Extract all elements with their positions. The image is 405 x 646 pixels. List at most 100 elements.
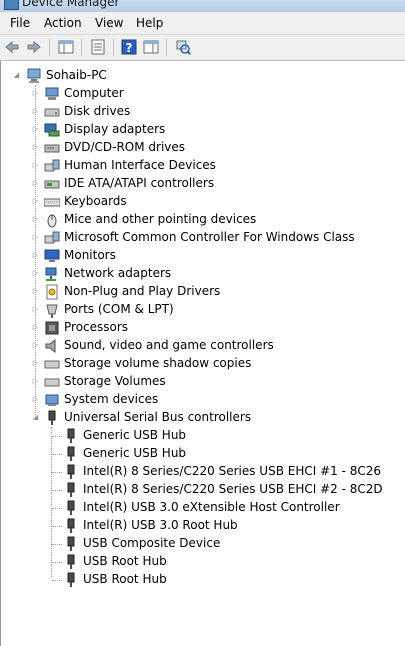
sound-icon (45, 338, 56, 354)
expand-arrow-icon[interactable]: ▷ (31, 305, 40, 314)
toolbar-separator (49, 39, 50, 56)
non-pnp-icon (46, 284, 58, 300)
port-icon (46, 304, 58, 318)
tree-connector (52, 562, 62, 563)
help-icon[interactable]: ? (121, 39, 137, 55)
expand-arrow-icon[interactable]: ▷ (31, 215, 40, 224)
usb-device-item[interactable]: Generic USB Hub (1, 427, 396, 445)
usb-device-item[interactable]: Intel(R) 8 Series/C220 Series USB EHCI #… (1, 481, 396, 499)
menu-help[interactable]: Help (136, 16, 163, 30)
expand-arrow-icon[interactable]: ▷ (31, 359, 40, 368)
processor-icon (45, 321, 59, 335)
title-bar: Device Manager (0, 0, 405, 12)
computer-icon (45, 87, 59, 100)
tree-item-label: Network adapters (64, 266, 172, 280)
expand-arrow-icon[interactable]: ▷ (31, 161, 40, 170)
tree-connector (52, 472, 62, 473)
tree-item-mice[interactable]: ▷ Mice and other pointing devices (1, 211, 396, 229)
tree-item-label: Computer (64, 86, 124, 100)
usb-device-icon (67, 464, 75, 479)
show-hide-console-tree-icon[interactable] (58, 39, 74, 55)
usb-device-item[interactable]: Generic USB Hub (1, 445, 396, 463)
tree-item-disk-drives[interactable]: ▷ Disk drives (1, 103, 396, 121)
tree-item-sound[interactable]: ▷ Sound, video and game controllers (1, 337, 396, 355)
expand-arrow-icon[interactable]: ▷ (31, 251, 40, 260)
usb-device-label: Intel(R) USB 3.0 eXtensible Host Control… (83, 500, 340, 514)
tree-item-computer[interactable]: ▷ Computer (1, 85, 396, 103)
tree-item-display-adapters[interactable]: ▷ Display adapters (1, 121, 396, 139)
usb-device-item[interactable]: USB Composite Device (1, 535, 396, 553)
expand-arrow-icon[interactable]: ▷ (31, 107, 40, 116)
tree-item-common-controller[interactable]: ▷ Microsoft Common Controller For Window… (1, 229, 396, 247)
expand-arrow-icon[interactable]: ▷ (31, 179, 40, 188)
keyboard-icon (44, 198, 60, 207)
tree-item-label: Human Interface Devices (64, 158, 216, 172)
tree-connector (52, 580, 62, 581)
usb-device-icon (67, 536, 75, 551)
menu-file[interactable]: File (10, 16, 30, 30)
tree-item-label: Storage volume shadow copies (64, 356, 252, 370)
tree-item-monitors[interactable]: ▷ Monitors (1, 247, 396, 265)
tree-item-ide-controllers[interactable]: ▷ IDE ATA/ATAPI controllers (1, 175, 396, 193)
tree-item-label: System devices (64, 392, 159, 406)
controller-icon (44, 231, 60, 244)
tree-connector (52, 454, 62, 455)
expand-arrow-icon[interactable]: ▷ (31, 395, 40, 404)
expand-arrow-icon[interactable]: ▷ (31, 143, 40, 152)
menu-view[interactable]: View (95, 16, 123, 30)
expand-arrow-icon[interactable]: ▷ (31, 377, 40, 386)
svg-text:?: ? (126, 41, 133, 55)
storage-icon (44, 378, 60, 387)
disk-drive-icon (44, 108, 60, 117)
tree-root[interactable]: ◢ Sohaib-PC (1, 67, 396, 85)
usb-device-icon (67, 482, 75, 497)
tree-item-processors[interactable]: ▷ Processors (1, 319, 396, 337)
usb-device-label: Intel(R) 8 Series/C220 Series USB EHCI #… (83, 482, 383, 496)
expand-arrow-icon[interactable]: ▷ (31, 197, 40, 206)
tree-item-network-adapters[interactable]: ▷ Network adapters (1, 265, 396, 283)
collapse-arrow-icon[interactable]: ◢ (31, 413, 40, 422)
expand-arrow-icon[interactable]: ▷ (31, 233, 40, 242)
collapse-arrow-icon[interactable]: ◢ (12, 71, 21, 80)
tree-item-label: IDE ATA/ATAPI controllers (64, 176, 215, 190)
back-icon[interactable] (4, 39, 20, 55)
usb-device-item[interactable]: Intel(R) 8 Series/C220 Series USB EHCI #… (1, 463, 396, 481)
root-label: Sohaib-PC (46, 68, 107, 82)
usb-device-item[interactable]: USB Root Hub (1, 571, 396, 589)
tree-item-label: Disk drives (64, 104, 131, 118)
usb-device-item[interactable]: Intel(R) USB 3.0 eXtensible Host Control… (1, 499, 396, 517)
menu-action[interactable]: Action (44, 16, 82, 30)
usb-device-label: Intel(R) USB 3.0 Root Hub (83, 518, 238, 532)
usb-device-label: USB Composite Device (83, 536, 221, 550)
forward-icon[interactable] (26, 39, 42, 55)
tree-item-system-devices[interactable]: ▷ System devices (1, 391, 396, 409)
expand-arrow-icon[interactable]: ▷ (31, 89, 40, 98)
tree-item-label: Monitors (64, 248, 116, 262)
tree-item-keyboards[interactable]: ▷ Keyboards (1, 193, 396, 211)
usb-device-item[interactable]: USB Root Hub (1, 553, 396, 571)
expand-arrow-icon[interactable]: ▷ (31, 125, 40, 134)
properties-icon[interactable] (90, 39, 106, 55)
tree-item-dvd-drives[interactable]: ▷ DVD/CD-ROM drives (1, 139, 396, 157)
tree-item-hid[interactable]: ▷ Human Interface Devices (1, 157, 396, 175)
mouse-icon (47, 214, 57, 228)
storage-icon (44, 360, 60, 369)
expand-arrow-icon[interactable]: ▷ (31, 341, 40, 350)
scan-hardware-icon[interactable] (175, 39, 191, 55)
expand-arrow-icon[interactable]: ▷ (31, 287, 40, 296)
display-adapter-icon (44, 123, 60, 137)
tree-item-shadow-copies[interactable]: ▷ Storage volume shadow copies (1, 355, 396, 373)
usb-device-icon (67, 554, 75, 569)
tree-item-label: Mice and other pointing devices (64, 212, 257, 226)
tree-connector (52, 544, 62, 545)
expand-arrow-icon[interactable]: ▷ (31, 269, 40, 278)
usb-device-item[interactable]: Intel(R) USB 3.0 Root Hub (1, 517, 396, 535)
tree-item-non-pnp[interactable]: ▷ Non-Plug and Play Drivers (1, 283, 396, 301)
expand-arrow-icon[interactable]: ▷ (31, 323, 40, 332)
tree-item-storage-volumes[interactable]: ▷ Storage Volumes (1, 373, 396, 391)
tree-item-ports[interactable]: ▷ Ports (COM & LPT) (1, 301, 396, 319)
tree-item-usb-controllers[interactable]: ◢ Universal Serial Bus controllers (1, 409, 396, 427)
usb-device-label: Generic USB Hub (83, 428, 187, 442)
system-devices-icon (45, 394, 59, 406)
action-pane-icon[interactable] (143, 39, 159, 55)
